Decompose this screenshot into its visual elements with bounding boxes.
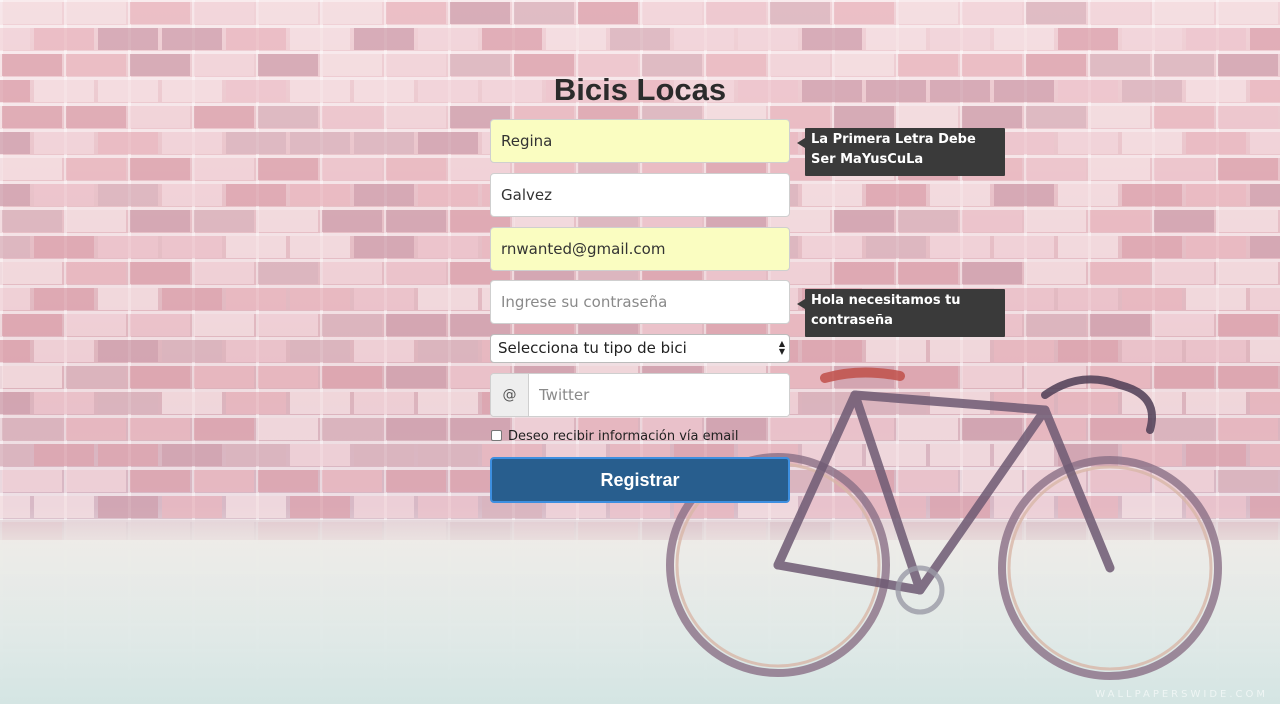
watermark: WALLPAPERSWIDE.COM <box>1095 689 1268 700</box>
newsletter-checkbox[interactable] <box>491 430 502 441</box>
newsletter-option: Deseo recibir información vía email <box>490 428 790 446</box>
last-name-input[interactable] <box>490 173 790 217</box>
page-title: Bicis Locas <box>553 72 727 107</box>
email-input[interactable] <box>490 227 790 271</box>
at-sign-addon: @ <box>491 374 529 416</box>
bike-type-selected: Selecciona tu tipo de bici <box>498 339 687 357</box>
twitter-input-group: @ <box>490 373 790 417</box>
bike-type-select[interactable]: Selecciona tu tipo de bici ▲ ▼ <box>490 334 790 363</box>
newsletter-label[interactable]: Deseo recibir información vía email <box>508 429 739 444</box>
register-button[interactable]: Registrar <box>490 457 790 503</box>
password-tooltip: Hola necesitamos tu contraseña <box>797 289 1005 337</box>
first-name-input[interactable] <box>490 119 790 163</box>
first-name-tooltip: La Primera Letra Debe Ser MaYusCuLa <box>797 128 1005 176</box>
password-input[interactable] <box>490 280 790 324</box>
twitter-input[interactable] <box>529 374 789 416</box>
select-arrows-icon: ▲ ▼ <box>778 339 785 356</box>
